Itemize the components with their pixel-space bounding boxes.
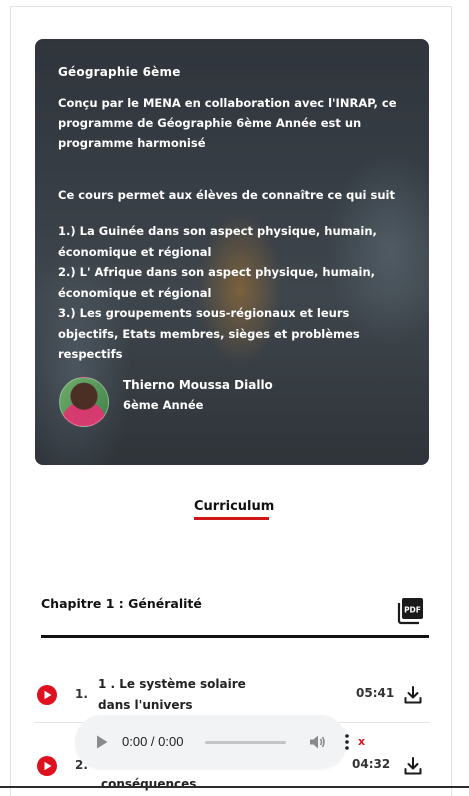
chapter-title: Chapitre 1 : Généralité — [41, 596, 202, 611]
volume-icon[interactable] — [308, 733, 326, 751]
author-grade: 6ème Année — [123, 398, 204, 412]
player-progress-bar[interactable] — [205, 741, 286, 744]
objective-item: 2.) L' Afrique dans son aspect physique,… — [58, 265, 376, 300]
more-options-icon[interactable] — [344, 733, 350, 751]
play-icon[interactable] — [37, 685, 57, 705]
download-icon[interactable] — [403, 756, 423, 776]
author-name: Thierno Moussa Diallo — [123, 378, 273, 392]
download-icon[interactable] — [403, 685, 423, 705]
player-play-icon[interactable] — [95, 734, 109, 750]
chapter-divider — [41, 635, 429, 638]
lesson-duration: 04:32 — [352, 757, 391, 771]
lesson-title[interactable]: 1 . Le système solaire dans l'univers — [98, 674, 278, 716]
objective-item: 1.) La Guinée dans son aspect physique, … — [58, 224, 377, 259]
lesson-title[interactable]: conséquences — [101, 774, 281, 795]
pdf-icon[interactable]: PDF — [395, 594, 427, 626]
course-title: Géographie 6ème — [58, 65, 181, 79]
course-intro: Ce cours permet aux élèves de connaître … — [58, 188, 395, 202]
tab-active-indicator — [194, 517, 269, 520]
audio-player[interactable]: 0:00 / 0:00 x — [75, 715, 365, 769]
play-icon[interactable] — [37, 756, 57, 776]
player-time: 0:00 / 0:00 — [122, 734, 184, 749]
svg-text:PDF: PDF — [404, 606, 421, 615]
lesson-duration: 05:41 — [356, 686, 395, 700]
course-objectives: 1.) La Guinée dans son aspect physique, … — [58, 221, 408, 365]
course-hero: Géographie 6ème Conçu par le MENA en col… — [35, 39, 429, 465]
author-avatar — [59, 377, 109, 427]
objective-item: 3.) Les groupements sous-régionaux et le… — [58, 306, 360, 361]
lesson-number: 1. — [75, 687, 88, 701]
course-description: Conçu par le MENA en collaboration avec … — [58, 96, 397, 150]
player-close-button[interactable]: x — [358, 735, 365, 748]
tab-curriculum[interactable]: Curriculum — [194, 499, 274, 514]
